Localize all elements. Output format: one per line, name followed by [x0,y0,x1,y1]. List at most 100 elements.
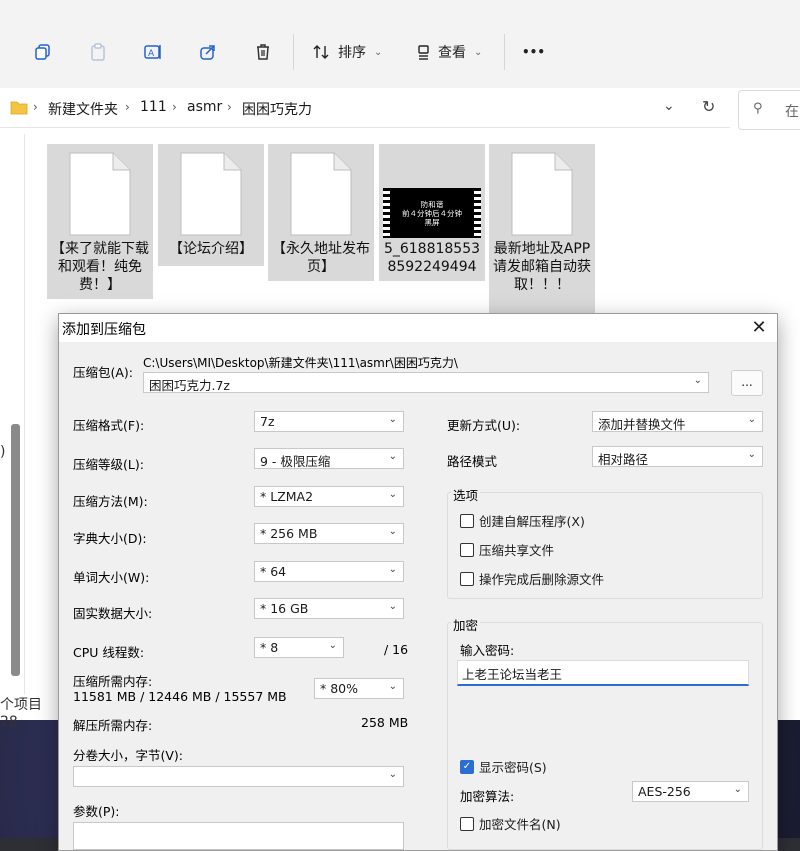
refresh-icon[interactable]: ↻ [702,97,715,116]
history-dropdown-icon[interactable]: ⌄ [663,98,675,114]
dialog-titlebar[interactable]: 添加到压缩包 ✕ [59,314,777,342]
sort-button[interactable]: 排序 ⌄ [312,36,382,68]
document-icon [511,152,573,236]
browse-button[interactable]: ... [731,370,763,396]
update-mode-label: 更新方式(U): [447,418,521,433]
share-icon[interactable] [192,36,224,68]
chevron-down-icon: ⌄ [747,449,756,460]
encrypt-filenames-checkbox[interactable]: 加密文件名(N) [460,814,561,833]
paste-icon[interactable] [82,36,114,68]
sort-label: 排序 [338,45,366,61]
cpu-threads-total: / 16 [384,642,409,657]
compress-memory-values: 11581 MB / 12446 MB / 15557 MB [73,689,287,704]
method-label: 压缩方法(M): [73,494,148,509]
show-password-checkbox[interactable]: ✓ 显示密码(S) [460,757,547,776]
breadcrumb-item[interactable]: 111 [140,99,167,115]
chevron-down-icon: ⌄ [374,46,383,58]
thumbnail-text: 防和谐 前４分钟后４分钟 黑屏 [402,200,462,227]
pane-divider [24,134,25,694]
format-combo[interactable]: 7z ⌄ [254,411,404,432]
options-title: 选项 [451,485,481,504]
navigation-scrollbar[interactable] [11,424,20,676]
file-name: 【论坛介绍】 [169,241,253,257]
file-name: 5_6188185538592249494 [383,241,481,275]
delete-after-checkbox[interactable]: 操作完成后删除源文件 [460,569,604,588]
checkbox-unchecked-icon [460,816,474,831]
more-options-button[interactable]: ••• [522,36,545,68]
copy-icon[interactable] [27,36,59,68]
cpu-threads-combo[interactable]: * 8 ⌄ [254,637,344,658]
view-button[interactable]: 查看 ⌄ [416,36,482,68]
decompress-memory-label: 解压所需内存: [73,718,153,733]
chevron-down-icon: ⌄ [474,46,483,58]
delete-icon[interactable] [247,36,279,68]
breadcrumb-item[interactable]: 新建文件夹 [48,99,118,119]
file-item[interactable]: 【论坛介绍】 [158,144,264,266]
chevron-down-icon: ⌄ [693,375,702,386]
level-label: 压缩等级(L): [73,457,144,472]
chevron-down-icon: ⌄ [328,640,337,651]
checkbox-unchecked-icon [460,542,474,557]
address-bar[interactable]: › 新建文件夹 › 111 › asmr › 困困巧克力 ⌄ ↻ [0,88,730,128]
file-name: 最新地址及APP请发邮箱自动获取！！！ [493,241,591,293]
encryption-title: 加密 [451,615,481,634]
breadcrumb-chevron-icon: › [227,100,232,114]
word-size-combo[interactable]: * 64 ⌄ [254,561,404,582]
file-item[interactable]: 防和谐 前４分钟后４分钟 黑屏 5_6188185538592249494 [379,144,485,281]
breadcrumb-chevron-icon: › [33,100,38,114]
view-label: 查看 [438,45,466,61]
chevron-down-icon: ⌄ [388,414,397,425]
rename-icon[interactable]: A [137,36,169,68]
password-input[interactable]: 上老王论坛当老王 [457,660,749,686]
add-to-archive-dialog: 添加到压缩包 ✕ 压缩包(A): C:\Users\MI\Desktop\新建文… [58,313,778,851]
folder-icon [10,101,28,115]
compress-shared-checkbox[interactable]: 压缩共享文件 [460,540,554,559]
compress-memory-label: 压缩所需内存: [73,674,153,689]
dictionary-combo[interactable]: * 256 MB ⌄ [254,523,404,544]
encryption-method-label: 加密算法: [460,789,515,804]
chevron-down-icon: ⌄ [388,769,397,780]
solid-block-combo[interactable]: * 16 GB ⌄ [254,598,404,619]
document-icon [180,152,242,236]
status-bar-text: 个项目 28 [0,697,42,730]
archive-name-combo[interactable]: 困困巧克力.7z ⌄ [143,372,709,393]
split-volume-label: 分卷大小，字节(V): [73,748,184,763]
film-strip-left-icon [383,188,390,238]
word-size-label: 单词大小(W): [73,570,150,585]
memory-percent-combo[interactable]: * 80% ⌄ [314,678,404,699]
file-name: 【永久地址发布页】 [272,241,370,275]
chevron-down-icon: ⌄ [388,681,397,692]
document-icon [290,152,352,236]
file-item[interactable]: 【永久地址发布页】 [268,144,374,281]
parameters-input[interactable] [73,822,404,850]
split-volume-combo[interactable]: ⌄ [73,766,404,787]
breadcrumb-item[interactable]: 困困巧克力 [242,99,312,119]
breadcrumb-item[interactable]: asmr [187,99,222,115]
update-mode-combo[interactable]: 添加并替换文件 ⌄ [592,411,763,432]
film-strip-right-icon [474,188,481,238]
cpu-threads-label: CPU 线程数: [73,645,145,660]
chevron-down-icon: ⌄ [388,451,397,462]
file-item[interactable]: 【来了就能下载和观看！纯免费！】 [47,144,153,299]
more-icon: ••• [522,45,546,59]
chevron-down-icon: ⌄ [388,564,397,575]
document-icon [69,152,131,236]
dictionary-label: 字典大小(D): [73,531,147,546]
search-icon: ⚲ [753,101,763,116]
archive-path: C:\Users\MI\Desktop\新建文件夹\111\asmr\困困巧克力… [143,356,458,370]
search-box[interactable]: ⚲ 在 [738,90,800,130]
path-mode-combo[interactable]: 相对路径 ⌄ [592,446,763,467]
close-icon[interactable]: ✕ [748,317,770,339]
svg-text:A: A [148,49,155,59]
file-name: 【来了就能下载和观看！纯免费！】 [51,241,149,293]
encryption-method-combo[interactable]: AES-256 ⌄ [632,781,749,802]
chevron-down-icon: ⌄ [388,601,397,612]
level-combo[interactable]: 9 - 极限压缩 ⌄ [254,448,404,469]
format-label: 压缩格式(F): [73,418,145,433]
breadcrumb-chevron-icon: › [172,100,177,114]
create-sfx-checkbox[interactable]: 创建自解压程序(X) [460,511,585,530]
method-combo[interactable]: * LZMA2 ⌄ [254,486,404,507]
chevron-down-icon: ⌄ [733,784,742,795]
toolbar-separator [293,34,294,70]
file-item[interactable]: 最新地址及APP请发邮箱自动获取！！！ [489,144,595,316]
